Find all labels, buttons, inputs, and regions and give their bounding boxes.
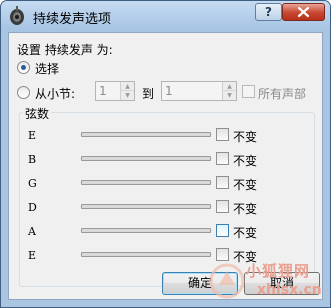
string-slider[interactable] xyxy=(81,204,211,209)
unchanged-label: 不变 xyxy=(233,178,258,192)
unchanged-checkbox[interactable] xyxy=(216,200,229,213)
to-label: 到 xyxy=(142,87,155,101)
radio-selected-dot xyxy=(21,65,26,70)
from-measure-value: 1 xyxy=(99,84,107,98)
all-voices-checkbox[interactable] xyxy=(242,85,255,98)
unchanged-label: 不变 xyxy=(233,202,258,216)
string-label: E xyxy=(28,129,37,142)
title-bar[interactable]: 持续发声选项 ? xyxy=(1,1,330,31)
arrow-down-icon[interactable]: ▼ xyxy=(121,91,134,100)
dialog-window: 持续发声选项 ? 设置 持续发声 为: 选择 从小节: 1 ▲ ▼ 到 1 ▲ xyxy=(0,0,331,308)
all-voices-label: 所有声部 xyxy=(258,87,307,101)
strings-group-title: 弦数 xyxy=(23,105,52,122)
radio-from-measure[interactable] xyxy=(17,86,30,99)
close-button[interactable] xyxy=(282,3,325,21)
unchanged-checkbox[interactable] xyxy=(216,176,229,189)
unchanged-checkbox[interactable] xyxy=(216,248,229,261)
radio-from-measure-label[interactable]: 从小节: xyxy=(35,85,75,102)
from-measure-spinbox[interactable]: 1 ▲ ▼ xyxy=(95,81,135,101)
string-slider[interactable] xyxy=(81,252,211,257)
spin-arrows: ▲ ▼ xyxy=(120,82,134,100)
section-label: 设置 持续发声 为: xyxy=(17,43,113,57)
spin-arrows: ▲ ▼ xyxy=(222,82,236,100)
string-label: G xyxy=(28,177,37,190)
arrow-up-icon[interactable]: ▲ xyxy=(121,82,134,91)
string-label: D xyxy=(28,201,37,214)
to-measure-value: 1 xyxy=(165,84,173,98)
close-icon xyxy=(297,6,310,18)
string-label: A xyxy=(28,225,36,238)
help-button[interactable]: ? xyxy=(255,3,282,21)
unchanged-checkbox[interactable] xyxy=(216,152,229,165)
string-label: B xyxy=(28,153,37,166)
string-label: E xyxy=(28,249,37,262)
unchanged-checkbox[interactable] xyxy=(216,128,229,141)
guitar-app-icon xyxy=(10,6,24,25)
to-measure-spinbox[interactable]: 1 ▲ ▼ xyxy=(161,81,237,101)
string-slider[interactable] xyxy=(81,156,211,161)
arrow-up-icon[interactable]: ▲ xyxy=(223,82,236,91)
string-slider[interactable] xyxy=(81,180,211,185)
unchanged-checkbox[interactable] xyxy=(216,224,229,237)
radio-select-label[interactable]: 选择 xyxy=(35,60,59,77)
string-slider[interactable] xyxy=(81,132,211,137)
ok-button[interactable]: 确定 xyxy=(162,272,238,295)
help-icon: ? xyxy=(265,5,272,19)
unchanged-label: 不变 xyxy=(233,130,258,144)
window-title: 持续发声选项 xyxy=(33,12,112,27)
string-slider[interactable] xyxy=(81,228,211,233)
watermark-url: xhlsx.cn xyxy=(257,282,322,298)
unchanged-label: 不变 xyxy=(233,154,258,168)
unchanged-label: 不变 xyxy=(233,226,258,240)
watermark-text: 小狐狸网 xyxy=(246,262,311,280)
radio-select[interactable] xyxy=(17,61,30,74)
arrow-down-icon[interactable]: ▼ xyxy=(223,91,236,100)
